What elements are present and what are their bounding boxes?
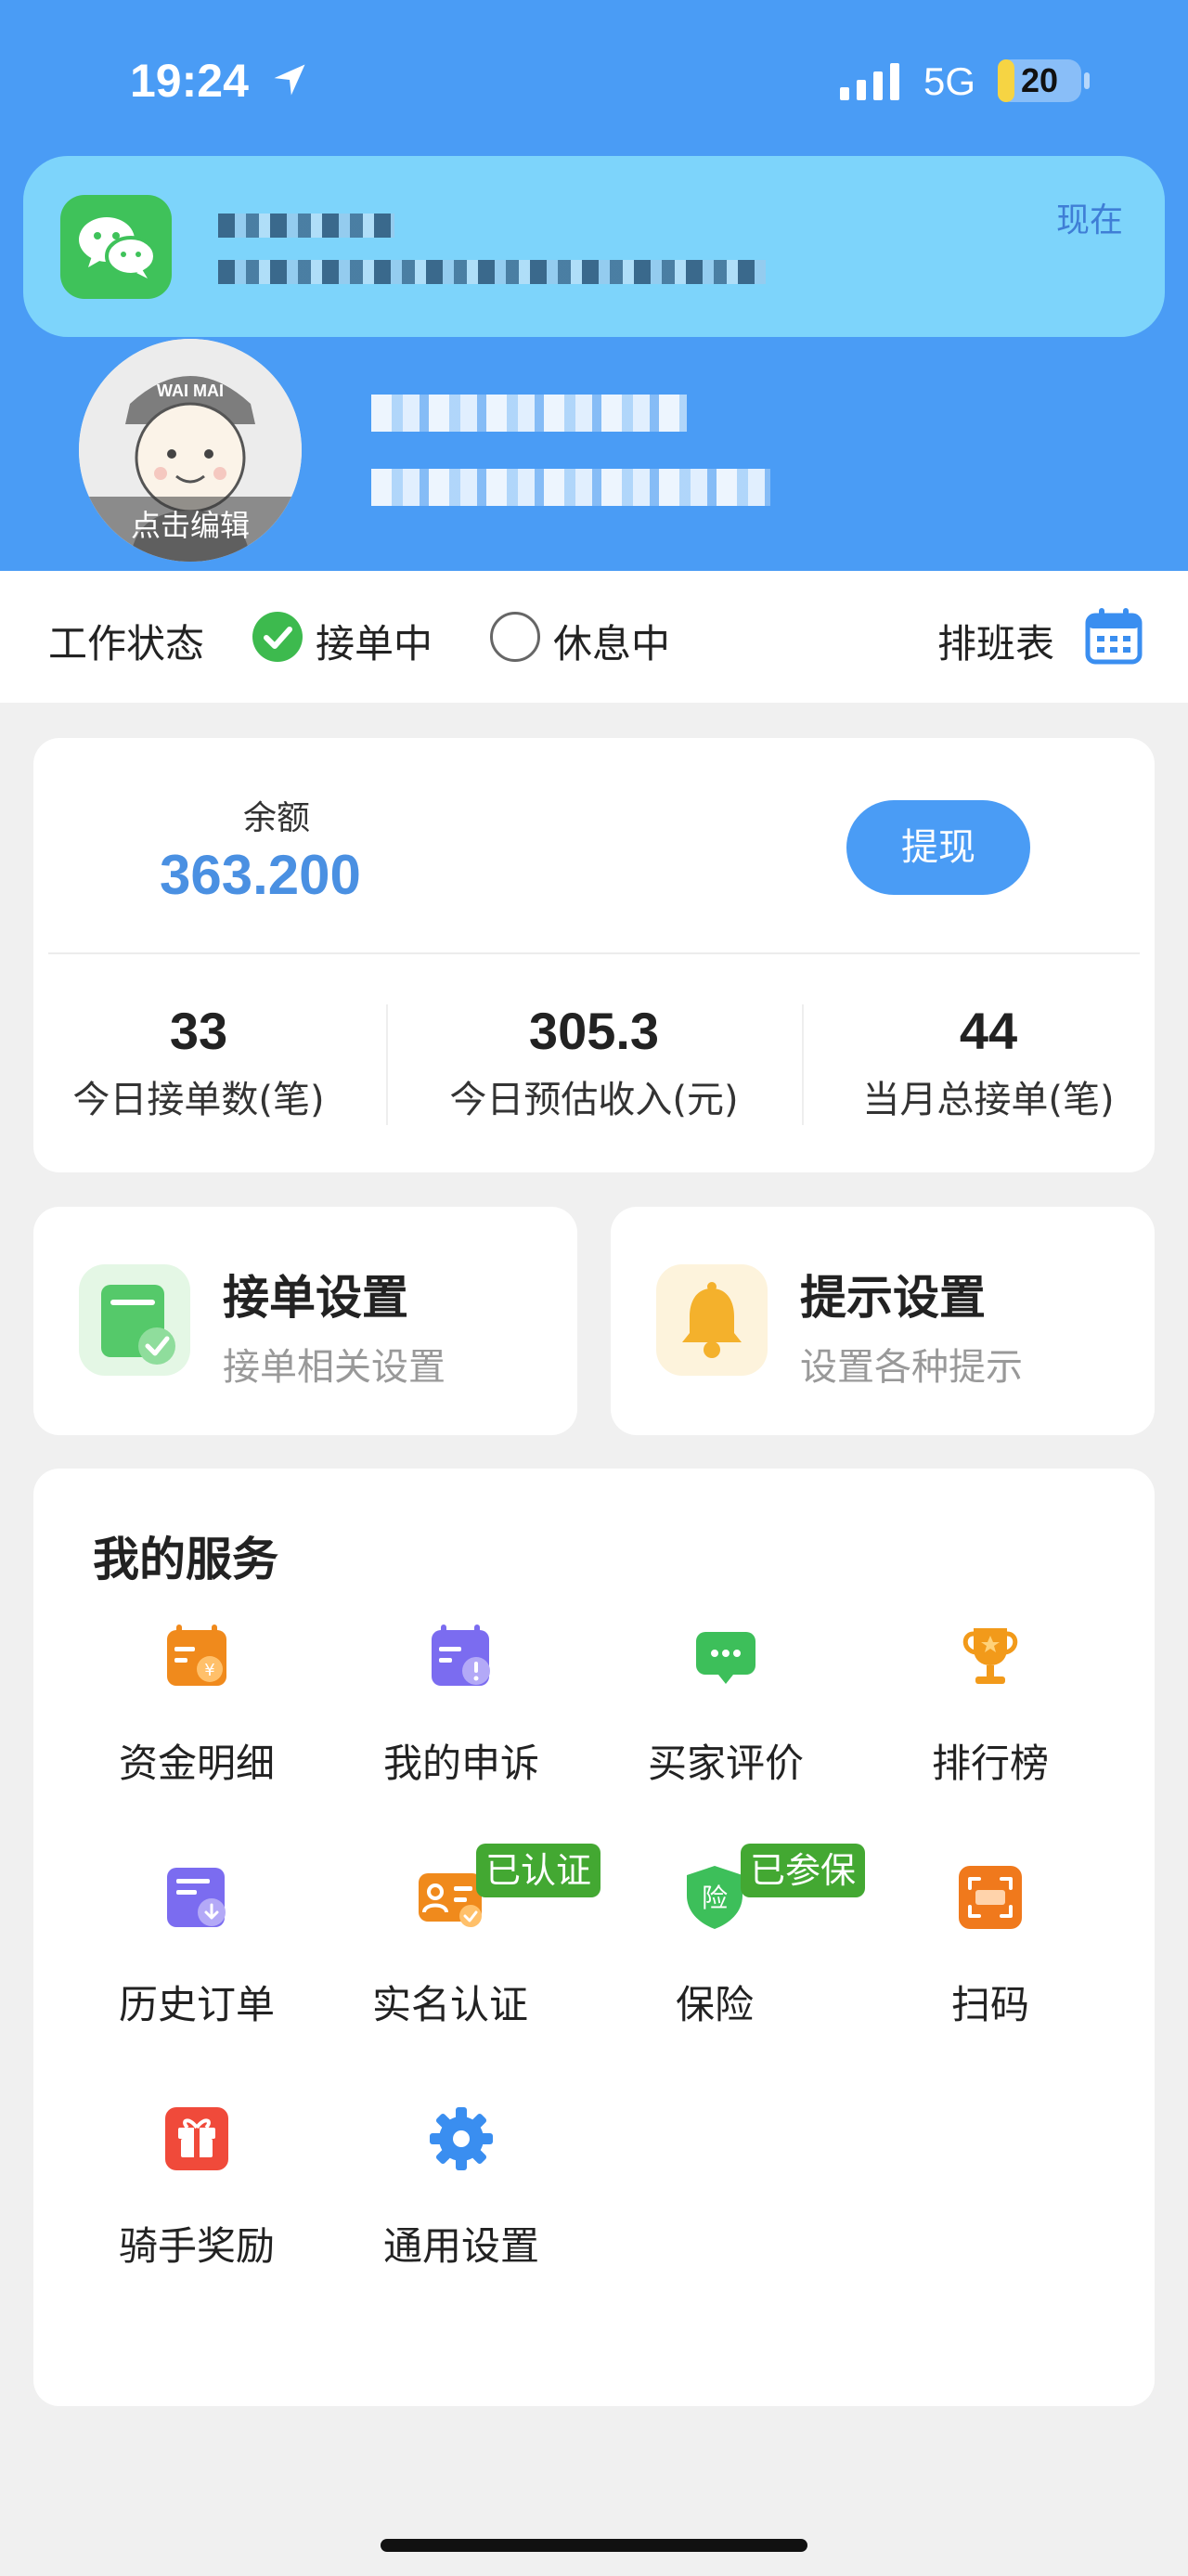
service-label: 扫码 [950, 1982, 1029, 2027]
balance-divider [48, 952, 1140, 954]
verified-badge: 已认证 [476, 1844, 601, 1897]
signal-bars-icon [840, 63, 899, 100]
stat-separator [386, 1004, 388, 1125]
withdraw-button[interactable]: 提现 [846, 800, 1030, 895]
insurance-shield-icon: 险 [687, 1866, 742, 1929]
work-status-label: 工作状态 [48, 621, 205, 667]
trophy-icon [962, 1628, 1018, 1684]
work-status-bar: 工作状态 接单中 休息中 排班表 [0, 571, 1188, 703]
stat-month-orders-label: 当月总接单(笔) [862, 1079, 1115, 1121]
avatar-cap-text: WAI MAI [157, 382, 224, 400]
stat-today-income-value: 305.3 [528, 1002, 660, 1060]
calendar-icon[interactable] [1084, 606, 1143, 666]
wechat-notification-banner[interactable]: 现在 [23, 156, 1165, 337]
check-icon [264, 627, 292, 649]
schedule-link[interactable]: 排班表 [937, 613, 1054, 669]
insurance-icon-text: 险 [702, 1883, 728, 1913]
notification-settings-title: 提示设置 [800, 1271, 986, 1325]
service-label: 历史订单 [118, 1982, 275, 2027]
stat-month-orders-value: 44 [959, 1002, 1018, 1060]
bell-icon [656, 1264, 768, 1376]
service-label: 通用设置 [382, 2223, 539, 2269]
status-time: 19:24 [130, 55, 249, 107]
comment-icon [696, 1632, 755, 1684]
battery-level: 20 [1020, 61, 1059, 99]
id-card-icon [419, 1873, 482, 1927]
service-buyer-reviews[interactable]: 买家评价 [596, 1623, 856, 1845]
option-accepting-orders[interactable]: 接单中 [316, 613, 433, 669]
balance-label: 余额 [243, 799, 311, 837]
appeal-icon [432, 1625, 490, 1686]
radio-accepting-orders[interactable] [252, 612, 303, 662]
balance-value: 363.200 [160, 844, 361, 906]
radio-resting[interactable] [490, 612, 540, 662]
service-fund-details[interactable]: ¥ 资金明细 [67, 1623, 327, 1845]
profile-name-blurred [371, 395, 687, 432]
history-order-icon [167, 1868, 226, 1927]
service-label: 骑手奖励 [118, 2223, 275, 2269]
svg-text:¥: ¥ [204, 1661, 214, 1680]
order-settings-title: 接单设置 [223, 1271, 408, 1325]
service-insurance[interactable]: 险 已参保 保险 [585, 1844, 866, 2087]
gear-icon [430, 2107, 493, 2170]
stat-today-orders-label: 今日接单数(笔) [72, 1079, 325, 1121]
service-general-settings[interactable]: 通用设置 [331, 2105, 591, 2328]
service-my-appeals[interactable]: 我的申诉 [331, 1623, 591, 1845]
profile-info-blurred [371, 469, 770, 506]
order-settings-subtitle: 接单相关设置 [223, 1346, 446, 1389]
notification-sender-blurred [218, 214, 394, 238]
service-order-history[interactable]: 历史订单 [67, 1864, 327, 2087]
service-real-name-verification[interactable]: 已认证 实名认证 [320, 1844, 601, 2087]
status-bar: 19:24 5G 20 [0, 46, 1188, 121]
stat-today-orders-value: 33 [169, 1002, 228, 1060]
option-resting[interactable]: 休息中 [553, 613, 670, 669]
insured-badge: 已参保 [741, 1844, 866, 1897]
avatar-edit-label: 点击编辑 [79, 497, 302, 562]
order-settings-icon [79, 1264, 190, 1376]
location-arrow-icon [274, 64, 305, 96]
services-title: 我的服务 [93, 1533, 278, 1586]
service-label: 资金明细 [118, 1741, 275, 1786]
service-leaderboard[interactable]: 排行榜 [860, 1623, 1120, 1845]
battery-nub [1084, 72, 1090, 89]
service-label: 买家评价 [647, 1741, 804, 1786]
avatar[interactable]: WAI MAI 点击编辑 [79, 339, 302, 562]
stat-today-income-label: 今日预估收入(元) [449, 1079, 739, 1121]
notification-time: 现在 [1055, 201, 1123, 239]
wechat-icon [60, 195, 172, 299]
network-type: 5G [923, 59, 976, 103]
service-rider-rewards[interactable]: 骑手奖励 [67, 2105, 327, 2328]
gift-icon [165, 2107, 228, 2170]
scan-icon [959, 1866, 1022, 1929]
notification-settings-subtitle: 设置各种提示 [800, 1346, 1023, 1389]
battery-icon: 20 [998, 59, 1081, 102]
service-label: 实名认证 [371, 1982, 528, 2027]
service-label: 我的申诉 [382, 1741, 539, 1786]
service-label: 排行榜 [931, 1741, 1049, 1786]
wallet-calendar-icon: ¥ [167, 1625, 226, 1686]
service-scan[interactable]: 扫码 [860, 1864, 1120, 2087]
notification-message-blurred [218, 260, 766, 284]
service-label: 保险 [675, 1982, 754, 2027]
home-indicator[interactable] [381, 2539, 807, 2552]
